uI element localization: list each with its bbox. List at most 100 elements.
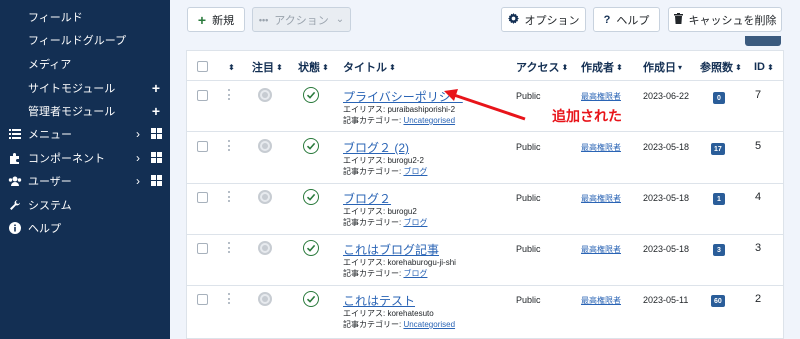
dashboard-grid-icon[interactable] — [151, 128, 162, 139]
row-divider — [187, 131, 783, 132]
row-checkbox[interactable] — [197, 141, 208, 152]
sidebar-item-label: 管理者モジュール — [28, 105, 116, 118]
featured-toggle-icon[interactable] — [258, 190, 272, 204]
featured-toggle-icon[interactable] — [258, 292, 272, 306]
featured-toggle-icon[interactable] — [258, 241, 272, 255]
dashboard-grid-icon[interactable] — [151, 175, 162, 186]
sidebar-item-site-modules[interactable]: サイトモジュール + — [0, 76, 170, 99]
author-column-header[interactable]: 作成者 ⬍ — [581, 55, 623, 79]
article-id: 5 — [755, 140, 762, 152]
access-header-label: アクセス — [516, 62, 560, 74]
new-button-label: 新規 — [212, 14, 235, 27]
published-check-icon[interactable] — [303, 240, 319, 256]
category-link[interactable]: ブログ — [403, 218, 427, 227]
clear-cache-button[interactable]: キャッシュを削除 — [668, 7, 782, 32]
date-column-header[interactable]: 作成日 ▾ — [643, 55, 682, 79]
ordering-column-header[interactable]: ⬍ — [226, 55, 235, 79]
sidebar-item-label: ヘルプ — [28, 222, 61, 235]
status-column-header[interactable]: 状態 ⬍ — [298, 55, 329, 79]
sidebar-item-components[interactable]: コンポーネント › — [0, 146, 170, 169]
category-link[interactable]: ブログ — [403, 167, 427, 176]
annotation-arrow-icon — [444, 89, 526, 121]
author-link[interactable]: 最高権限者 — [581, 244, 621, 255]
row-divider — [187, 183, 783, 184]
drag-handle-icon[interactable] — [228, 89, 231, 100]
sidebar-item-fields[interactable]: フィールド — [0, 5, 170, 28]
created-date: 2023-05-18 — [643, 142, 690, 152]
sidebar-item-field-groups[interactable]: フィールドグループ — [0, 28, 170, 51]
category-link[interactable]: ブログ — [403, 269, 427, 278]
ellipsis-icon: ••• — [258, 14, 269, 25]
sidebar-item-label: システム — [28, 199, 72, 212]
access-value: Public — [516, 142, 541, 152]
featured-column-header[interactable]: 注目 ⬍ — [252, 55, 283, 79]
chevron-right-icon[interactable]: › — [136, 174, 140, 188]
options-button[interactable]: オプション — [501, 7, 586, 32]
article-category: 記事カテゴリー: ブログ — [343, 217, 427, 228]
published-check-icon[interactable] — [303, 291, 319, 307]
chevron-right-icon[interactable]: › — [136, 127, 140, 141]
article-alias: エイリアス: burogu2 — [343, 207, 417, 216]
created-date: 2023-05-11 — [643, 295, 689, 305]
sidebar-item-label: メディア — [28, 58, 72, 71]
help-button[interactable]: ? ヘルプ — [593, 7, 660, 32]
featured-header-label: 注目 — [252, 62, 274, 74]
sidebar-item-media[interactable]: メディア — [0, 52, 170, 75]
access-value: Public — [516, 295, 541, 305]
filter-toggle-button[interactable] — [745, 36, 781, 46]
row-checkbox[interactable] — [197, 192, 208, 203]
row-checkbox[interactable] — [197, 90, 208, 101]
article-title-link[interactable]: これはテスト — [343, 292, 415, 309]
info-icon — [8, 221, 22, 235]
featured-toggle-icon[interactable] — [258, 139, 272, 153]
row-checkbox[interactable] — [197, 243, 208, 254]
header-divider — [187, 80, 783, 81]
chevron-right-icon[interactable]: › — [136, 151, 140, 165]
drag-handle-icon[interactable] — [228, 140, 231, 151]
article-title-link[interactable]: これはブログ記事 — [343, 241, 439, 258]
published-check-icon[interactable] — [303, 87, 319, 103]
drag-handle-icon[interactable] — [228, 242, 231, 253]
drag-handle-icon[interactable] — [228, 293, 231, 304]
author-link[interactable]: 最高権限者 — [581, 91, 621, 102]
drag-handle-icon[interactable] — [228, 191, 231, 202]
featured-toggle-icon[interactable] — [258, 88, 272, 102]
author-header-label: 作成者 — [581, 62, 614, 74]
author-link[interactable]: 最高権限者 — [581, 193, 621, 204]
published-check-icon[interactable] — [303, 189, 319, 205]
trash-icon — [673, 12, 683, 27]
published-check-icon[interactable] — [303, 138, 319, 154]
sidebar-item-help[interactable]: ヘルプ — [0, 216, 170, 239]
article-id: 7 — [755, 89, 762, 101]
title-column-header[interactable]: タイトル ⬍ — [343, 55, 396, 79]
access-value: Public — [516, 193, 541, 203]
row-checkbox[interactable] — [197, 294, 208, 305]
author-link[interactable]: 最高権限者 — [581, 295, 621, 306]
sort-icon: ⬍ — [322, 62, 329, 72]
clear-cache-button-label: キャッシュを削除 — [688, 14, 777, 27]
new-button[interactable]: + 新規 — [187, 7, 245, 32]
plus-icon[interactable]: + — [152, 104, 160, 118]
article-category: 記事カテゴリー: Uncategorised — [343, 115, 455, 126]
sidebar-item-admin-modules[interactable]: 管理者モジュール + — [0, 99, 170, 122]
hits-column-header[interactable]: 参照数 ⬍ — [700, 55, 742, 79]
sort-icon: ⬍ — [276, 62, 283, 72]
select-all-checkbox[interactable] — [197, 61, 208, 72]
author-link[interactable]: 最高権限者 — [581, 142, 621, 153]
article-title-link[interactable]: ブログ２ (2) — [343, 139, 409, 156]
sidebar: フィールド フィールドグループ メディア サイトモジュール + 管理者モジュール… — [0, 0, 170, 339]
article-category: 記事カテゴリー: ブログ — [343, 268, 427, 279]
sort-icon: ⬍ — [616, 62, 623, 72]
sidebar-item-users[interactable]: ユーザー › — [0, 169, 170, 192]
sidebar-item-menus[interactable]: メニュー › — [0, 122, 170, 145]
category-link[interactable]: Uncategorised — [403, 320, 455, 329]
id-column-header[interactable]: ID ⬍ — [754, 55, 774, 79]
dashboard-grid-icon[interactable] — [151, 152, 162, 163]
sidebar-item-label: コンポーネント — [28, 152, 105, 165]
annotation-label: 追加された — [552, 108, 622, 124]
actions-dropdown[interactable]: ••• アクション ⌄ — [252, 7, 351, 32]
sidebar-item-system[interactable]: システム — [0, 193, 170, 216]
access-column-header[interactable]: アクセス ⬍ — [516, 55, 568, 79]
plus-icon[interactable]: + — [152, 81, 160, 95]
article-title-link[interactable]: ブログ２ — [343, 190, 391, 207]
